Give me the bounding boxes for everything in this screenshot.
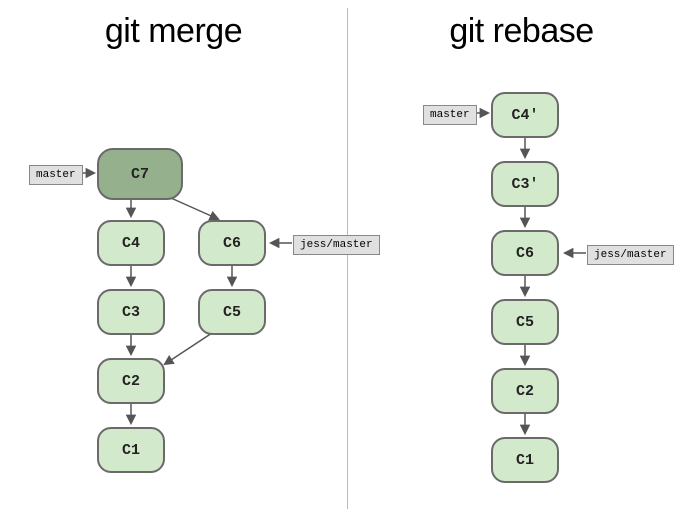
merge-title: git merge [0, 12, 347, 51]
merge-commit-c4: C4 [97, 220, 165, 266]
rebase-commit-c6: C6 [491, 230, 559, 276]
rebase-title: git rebase [348, 12, 695, 51]
merge-commit-c2: C2 [97, 358, 165, 404]
rebase-commit-c5: C5 [491, 299, 559, 345]
rebase-jess-ref: jess/master [587, 245, 674, 265]
rebase-commit-c1: C1 [491, 437, 559, 483]
rebase-master-ref: master [423, 105, 477, 125]
merge-commit-c1: C1 [97, 427, 165, 473]
merge-commit-c3: C3 [97, 289, 165, 335]
rebase-commit-c3p: C3' [491, 161, 559, 207]
merge-panel: git merge maste [0, 0, 347, 517]
merge-arrows [0, 0, 347, 517]
merge-master-ref: master [29, 165, 83, 185]
rebase-commit-c4p: C4' [491, 92, 559, 138]
merge-commit-c5: C5 [198, 289, 266, 335]
rebase-panel: git rebase master C4' C3' C6 [348, 0, 695, 517]
merge-commit-c6: C6 [198, 220, 266, 266]
merge-commit-c7: C7 [97, 148, 183, 200]
rebase-commit-c2: C2 [491, 368, 559, 414]
